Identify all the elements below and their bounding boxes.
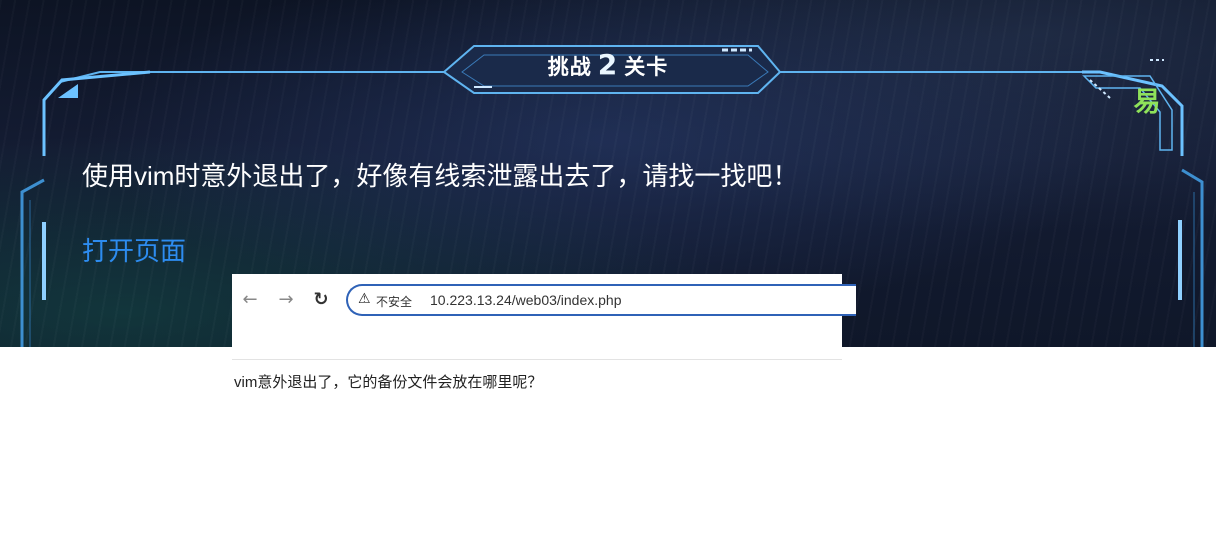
back-button[interactable]: ← [238,288,262,312]
challenge-description: 使用vim时意外退出了，好像有线索泄露出去了，请找一找吧！ [82,161,799,191]
forward-button[interactable]: → [274,288,298,312]
arrow-right-icon: → [278,289,294,310]
open-page-link[interactable]: 打开页面 [82,231,186,268]
browser-toolbar: ← → ↻ ⚠ 不安全 10.223.13.24/web03/index.php [232,274,856,360]
challenge-title: 挑战 2 关卡 [0,48,1216,81]
arrow-left-icon: ← [242,289,258,310]
reload-button[interactable]: ↻ [309,288,333,312]
address-bar[interactable]: ⚠ 不安全 10.223.13.24/web03/index.php [346,284,856,316]
security-label[interactable]: 不安全 [376,293,412,310]
url-text[interactable]: 10.223.13.24/web03/index.php [430,292,622,308]
difficulty-badge: 易 [1133,87,1161,118]
challenge-title-prefix: 挑战 [547,55,592,79]
challenge-level-number: 2 [597,48,619,81]
page-body-text: vim意外退出了，它的备份文件会放在哪里呢？ [234,374,543,391]
warning-icon: ⚠ [358,291,371,307]
challenge-title-suffix: 关卡 [624,55,669,79]
reload-icon: ↻ [313,289,329,310]
